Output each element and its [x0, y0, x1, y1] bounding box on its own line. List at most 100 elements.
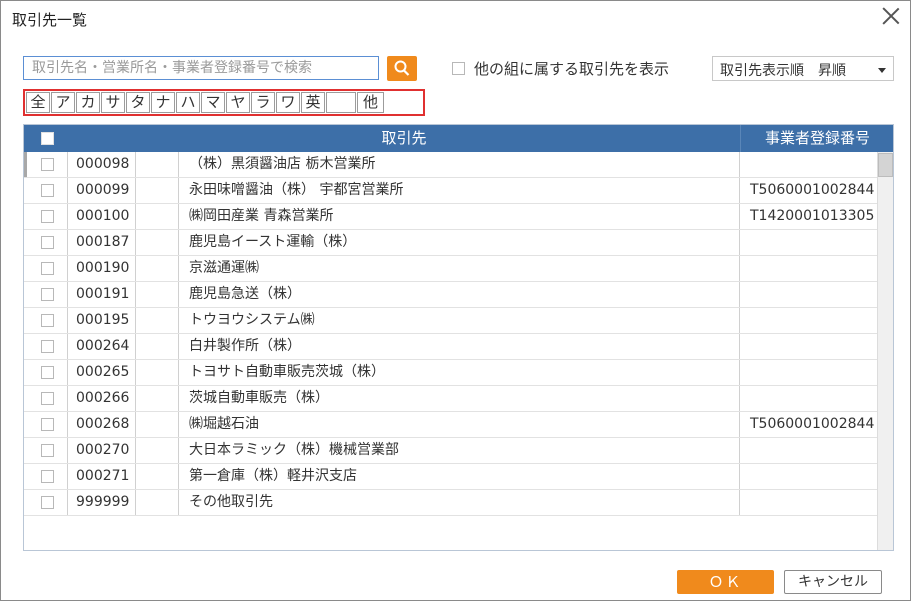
partner-code: 000098	[68, 152, 136, 177]
row-checkbox-cell	[23, 386, 68, 411]
row-checkbox[interactable]	[41, 210, 54, 223]
table-row[interactable]: 000264 白井製作所（株）	[23, 334, 894, 360]
row-checkbox-cell	[23, 412, 68, 437]
partner-code: 000191	[68, 282, 136, 307]
show-other-group-checkbox[interactable]	[452, 62, 465, 75]
sort-order-select[interactable]: 取引先表示順 昇順	[712, 56, 894, 81]
select-all-checkbox[interactable]	[41, 132, 54, 145]
row-checkbox[interactable]	[41, 418, 54, 431]
kana-filter-button[interactable]: 英	[301, 92, 325, 113]
partner-code: 000195	[68, 308, 136, 333]
kana-filter-button[interactable]: 他	[357, 92, 384, 113]
kana-filter-button[interactable]: ナ	[151, 92, 175, 113]
blank-cell	[136, 282, 179, 307]
column-header-registration-number[interactable]: 事業者登録番号	[740, 124, 894, 152]
partner-name: トウヨウシステム㈱	[179, 308, 740, 333]
partner-code: 000187	[68, 230, 136, 255]
table-row[interactable]: 000270 大日本ラミック（株）機械営業部	[23, 438, 894, 464]
blank-cell	[136, 178, 179, 203]
close-icon[interactable]	[880, 5, 902, 27]
kana-filter-button[interactable]: ワ	[276, 92, 300, 113]
scrollbar-thumb[interactable]	[878, 153, 893, 177]
partner-name: ㈱堀越石油	[179, 412, 740, 437]
partner-list-dialog: 取引先一覧 他の組に属する取引先を表示 取引先表示順 昇順 全アカサタナハマヤラ…	[0, 0, 911, 601]
kana-filter-button[interactable]: ア	[51, 92, 75, 113]
partner-name: 鹿児島イースト運輸（株）	[179, 230, 740, 255]
table-row[interactable]: 000266 茨城自動車販売（株）	[23, 386, 894, 412]
table-row[interactable]: 000100 ㈱岡田産業 青森営業所 T1420001013305	[23, 204, 894, 230]
partner-name: 白井製作所（株）	[179, 334, 740, 359]
row-checkbox[interactable]	[41, 158, 54, 171]
kana-filter-button[interactable]: 全	[26, 92, 50, 113]
row-checkbox-cell	[23, 256, 68, 281]
search-button[interactable]	[387, 56, 417, 81]
partner-name: 永田味噌醤油（株） 宇都宮営業所	[179, 178, 740, 203]
show-other-group-label: 他の組に属する取引先を表示	[474, 60, 670, 78]
row-checkbox[interactable]	[41, 470, 54, 483]
registration-number	[740, 464, 877, 489]
row-checkbox[interactable]	[41, 236, 54, 249]
column-header-partner[interactable]: 取引先	[68, 124, 740, 152]
row-checkbox-cell	[23, 230, 68, 255]
table-row[interactable]: 000187 鹿児島イースト運輸（株）	[23, 230, 894, 256]
registration-number: T5060001002844	[750, 182, 875, 198]
kana-filter-button[interactable]: タ	[126, 92, 150, 113]
row-checkbox[interactable]	[41, 288, 54, 301]
blank-cell	[136, 386, 179, 411]
row-checkbox-cell	[23, 204, 68, 229]
row-checkbox[interactable]	[41, 366, 54, 379]
registration-number	[740, 490, 877, 515]
table-row[interactable]: 000098 （株）黒須醤油店 栃木営業所	[23, 152, 894, 178]
table-row[interactable]: 000099 永田味噌醤油（株） 宇都宮営業所 T5060001002844	[23, 178, 894, 204]
row-checkbox[interactable]	[41, 314, 54, 327]
row-checkbox[interactable]	[41, 496, 54, 509]
search-input[interactable]	[23, 56, 379, 80]
table-row[interactable]: 999999 その他取引先	[23, 490, 894, 516]
table-row[interactable]: 000190 京滋通運㈱	[23, 256, 894, 282]
table-row[interactable]: 000265 トヨサト自動車販売茨城（株）	[23, 360, 894, 386]
blank-cell	[136, 152, 179, 177]
blank-cell	[136, 438, 179, 463]
row-checkbox[interactable]	[41, 392, 54, 405]
row-checkbox[interactable]	[41, 184, 54, 197]
partner-code: 000100	[68, 204, 136, 229]
row-checkbox[interactable]	[41, 262, 54, 275]
partner-code: 000099	[68, 178, 136, 203]
kana-filter-button[interactable]: ラ	[251, 92, 275, 113]
blank-cell	[136, 204, 179, 229]
table-row[interactable]: 000271 第一倉庫（株）軽井沢支店	[23, 464, 894, 490]
row-checkbox[interactable]	[41, 340, 54, 353]
partner-name: （株）黒須醤油店 栃木営業所	[179, 152, 740, 177]
partner-name: ㈱岡田産業 青森営業所	[179, 204, 740, 229]
kana-filter-button[interactable]: ヤ	[226, 92, 250, 113]
partner-code: 000190	[68, 256, 136, 281]
partner-code: 000270	[68, 438, 136, 463]
row-selection-indicator	[23, 152, 27, 177]
registration-number	[740, 256, 877, 281]
partner-code: 000264	[68, 334, 136, 359]
table-row[interactable]: 000268 ㈱堀越石油 T5060001002844	[23, 412, 894, 438]
partner-name: 第一倉庫（株）軽井沢支店	[179, 464, 740, 489]
cancel-button[interactable]: キャンセル	[784, 570, 882, 594]
kana-filter-button[interactable]: マ	[201, 92, 225, 113]
row-checkbox-cell	[23, 282, 68, 307]
row-checkbox-cell	[23, 360, 68, 385]
kana-filter-button[interactable]: ハ	[176, 92, 200, 113]
row-checkbox-cell	[23, 490, 68, 515]
kana-filter-button[interactable]	[326, 92, 356, 113]
partner-code: 000271	[68, 464, 136, 489]
row-checkbox[interactable]	[41, 444, 54, 457]
table-row[interactable]: 000191 鹿児島急送（株）	[23, 282, 894, 308]
kana-filter-button[interactable]: サ	[101, 92, 125, 113]
row-checkbox-cell	[23, 334, 68, 359]
chevron-down-icon	[878, 68, 886, 73]
blank-cell	[136, 360, 179, 385]
blank-cell	[136, 334, 179, 359]
row-checkbox-cell	[23, 178, 68, 203]
vertical-scrollbar[interactable]	[877, 152, 894, 551]
blank-cell	[136, 256, 179, 281]
table-row[interactable]: 000195 トウヨウシステム㈱	[23, 308, 894, 334]
ok-button[interactable]: ＯＫ	[677, 570, 774, 594]
kana-filter-button[interactable]: カ	[76, 92, 100, 113]
blank-cell	[136, 464, 179, 489]
